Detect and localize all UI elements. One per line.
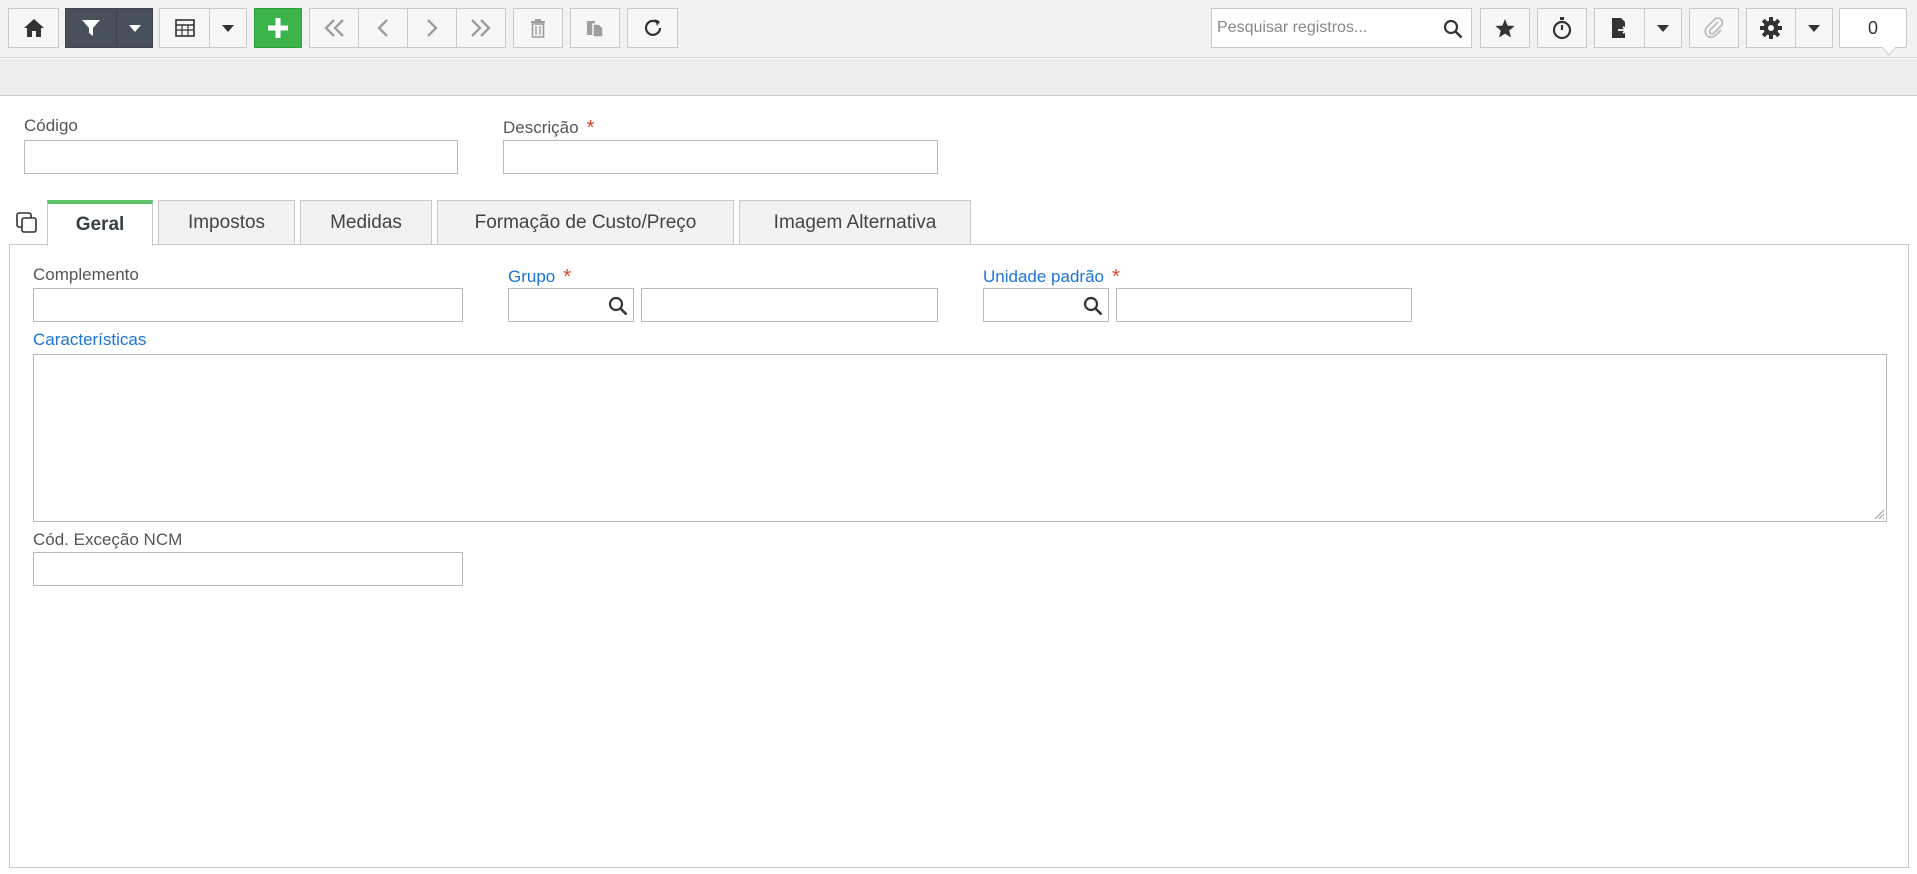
codigo-input[interactable] <box>25 141 457 173</box>
export-dropdown-button[interactable] <box>1644 8 1682 48</box>
refresh-button[interactable] <box>627 8 678 48</box>
record-counter: 0 <box>1839 8 1907 48</box>
previous-record-button[interactable] <box>358 8 408 48</box>
tab-impostos[interactable]: Impostos <box>158 200 295 245</box>
delete-record-button[interactable] <box>513 8 563 48</box>
required-marker: * <box>1111 266 1120 288</box>
table-icon <box>174 19 195 37</box>
grupo-description-field[interactable] <box>641 288 938 322</box>
duplicate-record-button[interactable] <box>570 8 620 48</box>
caracteristicas-input[interactable] <box>34 355 1886 521</box>
search-icon[interactable] <box>608 296 628 316</box>
descricao-field[interactable] <box>503 140 938 174</box>
plus-icon <box>268 18 288 38</box>
grid-view-dropdown-button[interactable] <box>209 8 247 48</box>
settings-button[interactable] <box>1746 8 1796 48</box>
counter-pointer <box>1882 47 1896 56</box>
grupo-description-input[interactable] <box>642 289 937 321</box>
gear-icon <box>1760 17 1782 39</box>
secondary-toolbar <box>0 59 1917 96</box>
next-record-icon <box>427 19 438 37</box>
refresh-icon <box>644 19 661 36</box>
tab-formacao-custo-preco[interactable]: Formação de Custo/Preço <box>437 200 734 245</box>
cod-excecao-ncm-field[interactable] <box>33 552 463 586</box>
copy-icon[interactable] <box>15 211 39 235</box>
first-record-icon <box>324 19 344 37</box>
required-marker: * <box>586 117 595 139</box>
codigo-field[interactable] <box>24 140 458 174</box>
search-icon[interactable] <box>1083 296 1103 316</box>
search-box <box>1211 8 1472 48</box>
filter-icon <box>82 20 100 36</box>
unidade-description-field[interactable] <box>1116 288 1412 322</box>
grid-view-button[interactable] <box>159 8 210 48</box>
caracteristicas-label[interactable]: Características <box>33 330 146 350</box>
filter-dropdown-button[interactable] <box>116 8 153 48</box>
complemento-label: Complemento <box>33 265 139 284</box>
caret-down-icon <box>1657 24 1669 32</box>
last-record-icon <box>471 19 491 37</box>
home-icon <box>23 19 44 37</box>
star-icon <box>1495 18 1515 37</box>
complemento-field[interactable] <box>33 288 463 322</box>
search-icon[interactable] <box>1443 19 1463 39</box>
caret-down-icon <box>128 24 141 32</box>
last-record-button[interactable] <box>456 8 506 48</box>
unidade-description-input[interactable] <box>1117 289 1411 321</box>
settings-dropdown-button[interactable] <box>1795 8 1833 48</box>
codigo-label: Código <box>24 116 78 135</box>
cod-excecao-ncm-input[interactable] <box>34 553 462 585</box>
add-record-button[interactable] <box>254 8 302 48</box>
descricao-input[interactable] <box>504 141 937 173</box>
grupo-label[interactable]: Grupo * <box>508 265 571 288</box>
export-icon <box>1611 18 1628 38</box>
resize-handle[interactable] <box>1873 508 1885 520</box>
export-button[interactable] <box>1594 8 1645 48</box>
complemento-input[interactable] <box>34 289 462 321</box>
grupo-code-field[interactable] <box>508 288 634 322</box>
unidade-code-input[interactable] <box>984 289 1080 321</box>
previous-record-icon <box>377 19 388 37</box>
toolbar: 0 <box>0 0 1917 58</box>
timer-button[interactable] <box>1537 8 1587 48</box>
tab-geral[interactable]: Geral <box>47 200 153 246</box>
filter-button[interactable] <box>65 8 117 48</box>
caracteristicas-textarea[interactable] <box>33 354 1887 522</box>
grupo-code-input[interactable] <box>509 289 605 321</box>
first-record-button[interactable] <box>309 8 359 48</box>
required-marker: * <box>563 266 572 288</box>
timer-icon <box>1552 17 1572 40</box>
tab-imagem-alternativa[interactable]: Imagem Alternativa <box>739 200 971 245</box>
home-button[interactable] <box>8 8 59 48</box>
unidade-code-field[interactable] <box>983 288 1109 322</box>
tab-medidas[interactable]: Medidas <box>300 200 432 245</box>
next-record-button[interactable] <box>407 8 457 48</box>
caret-down-icon <box>222 24 234 32</box>
attachments-button[interactable] <box>1689 8 1739 48</box>
paperclip-icon <box>1704 17 1724 39</box>
cod-excecao-ncm-label: Cód. Exceção NCM <box>33 530 183 549</box>
caret-down-icon <box>1808 24 1820 32</box>
favorites-button[interactable] <box>1480 8 1530 48</box>
trash-icon <box>531 19 545 38</box>
search-input[interactable] <box>1212 9 1437 47</box>
descricao-label: Descrição * <box>503 117 595 139</box>
unidade-padrao-label[interactable]: Unidade padrão * <box>983 265 1120 288</box>
duplicate-icon <box>587 21 604 38</box>
